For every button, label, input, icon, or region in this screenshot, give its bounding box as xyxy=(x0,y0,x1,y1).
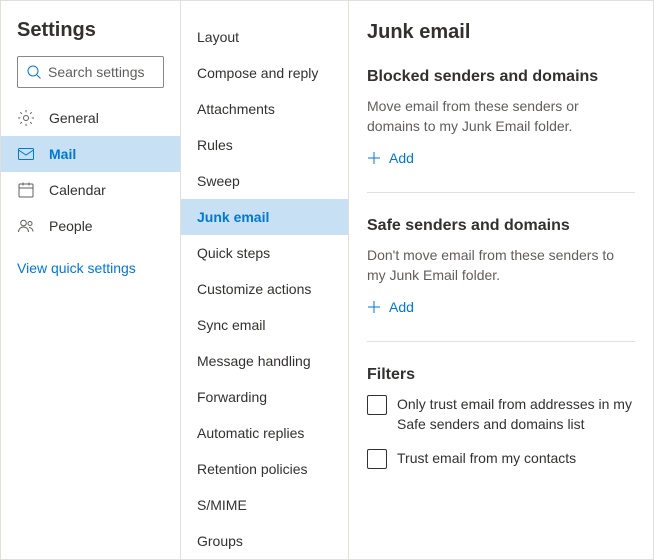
section-desc-safe: Don't move email from these senders to m… xyxy=(367,245,635,285)
plus-icon xyxy=(367,300,381,314)
calendar-icon xyxy=(17,181,35,199)
mail-submenu: LayoutCompose and replyAttachmentsRulesS… xyxy=(181,1,349,559)
sidebar-item-label: General xyxy=(49,110,99,126)
section-title-blocked: Blocked senders and domains xyxy=(367,68,635,86)
sidebar-item-mail[interactable]: Mail xyxy=(1,136,180,172)
blocked-senders-section: Blocked senders and domains Move email f… xyxy=(367,68,635,193)
safe-senders-section: Safe senders and domains Don't move emai… xyxy=(367,217,635,342)
sidebar-item-people[interactable]: People xyxy=(1,208,180,244)
checkbox-label: Trust email from my contacts xyxy=(397,448,576,468)
section-title-filters: Filters xyxy=(367,366,635,384)
page-title: Junk email xyxy=(367,21,635,44)
settings-title: Settings xyxy=(1,19,180,56)
submenu-item-layout[interactable]: Layout xyxy=(181,19,348,55)
section-desc-blocked: Move email from these senders or domains… xyxy=(367,96,635,136)
section-title-safe: Safe senders and domains xyxy=(367,217,635,235)
search-icon xyxy=(26,64,42,80)
submenu-item-forwarding[interactable]: Forwarding xyxy=(181,379,348,415)
sidebar-item-general[interactable]: General xyxy=(1,100,180,136)
sidebar-item-calendar[interactable]: Calendar xyxy=(1,172,180,208)
submenu-item-s-mime[interactable]: S/MIME xyxy=(181,487,348,523)
add-safe-button[interactable]: Add xyxy=(367,299,414,315)
search-settings[interactable] xyxy=(17,56,164,88)
sidebar-item-label: People xyxy=(49,218,93,234)
mail-icon xyxy=(17,145,35,163)
submenu-item-retention-policies[interactable]: Retention policies xyxy=(181,451,348,487)
submenu-item-junk-email[interactable]: Junk email xyxy=(181,199,348,235)
gear-icon xyxy=(17,109,35,127)
settings-sidebar: Settings General xyxy=(1,1,181,559)
sidebar-item-label: Mail xyxy=(49,146,76,162)
search-input[interactable] xyxy=(48,64,155,80)
checkbox-icon xyxy=(367,449,387,469)
submenu-item-compose-and-reply[interactable]: Compose and reply xyxy=(181,55,348,91)
submenu-item-rules[interactable]: Rules xyxy=(181,127,348,163)
add-blocked-button[interactable]: Add xyxy=(367,150,414,166)
add-label: Add xyxy=(389,150,414,166)
submenu-item-attachments[interactable]: Attachments xyxy=(181,91,348,127)
submenu-item-customize-actions[interactable]: Customize actions xyxy=(181,271,348,307)
filters-section: Filters Only trust email from addresses … xyxy=(367,366,635,469)
checkbox-icon xyxy=(367,395,387,415)
filter-only-trust-safe[interactable]: Only trust email from addresses in my Sa… xyxy=(367,394,635,434)
people-icon xyxy=(17,217,35,235)
sidebar-item-label: Calendar xyxy=(49,182,106,198)
filter-trust-contacts[interactable]: Trust email from my contacts xyxy=(367,448,635,469)
view-quick-settings-link[interactable]: View quick settings xyxy=(1,244,180,292)
submenu-item-automatic-replies[interactable]: Automatic replies xyxy=(181,415,348,451)
submenu-item-sync-email[interactable]: Sync email xyxy=(181,307,348,343)
plus-icon xyxy=(367,151,381,165)
submenu-item-quick-steps[interactable]: Quick steps xyxy=(181,235,348,271)
add-label: Add xyxy=(389,299,414,315)
main-panel: Junk email Blocked senders and domains M… xyxy=(349,1,653,559)
submenu-item-message-handling[interactable]: Message handling xyxy=(181,343,348,379)
checkbox-label: Only trust email from addresses in my Sa… xyxy=(397,394,635,434)
submenu-item-groups[interactable]: Groups xyxy=(181,523,348,559)
submenu-item-sweep[interactable]: Sweep xyxy=(181,163,348,199)
